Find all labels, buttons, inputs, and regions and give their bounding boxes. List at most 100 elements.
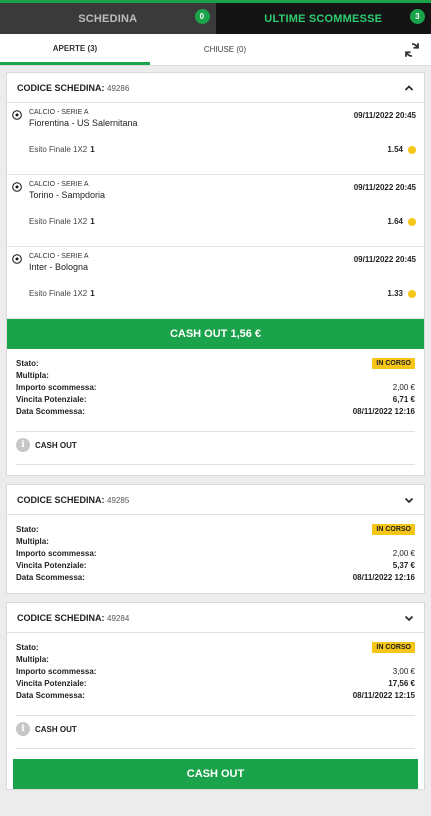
stato-label: Stato: bbox=[16, 524, 39, 534]
top-tab-bar: SCHEDINA 0 ULTIME SCOMMESSE 3 bbox=[0, 0, 431, 34]
ticket-code: 49285 bbox=[107, 495, 130, 505]
event-market-label: Esito Finale 1X2 bbox=[29, 217, 88, 226]
cashout-amount-button[interactable]: CASH OUT 1,56 € bbox=[7, 319, 424, 349]
status-badge: IN CORSO bbox=[372, 523, 415, 535]
vincita-label: Vincita Potenziale: bbox=[16, 394, 87, 404]
info-row-multipla: Multipla: bbox=[16, 535, 415, 547]
event-market: Esito Finale 1X2 1 bbox=[29, 217, 95, 226]
status-dot-icon bbox=[408, 145, 416, 154]
tab-schedina-count: 0 bbox=[194, 9, 210, 24]
cashout-info[interactable]: i CASH OUT bbox=[16, 715, 415, 749]
multipla-label: Multipla: bbox=[16, 536, 49, 546]
soccer-ball-icon bbox=[12, 254, 22, 264]
stato-label: Stato: bbox=[16, 358, 39, 368]
ticket-title: CODICE SCHEDINA: 49284 bbox=[17, 613, 129, 623]
ticket-title-label: CODICE SCHEDINA: bbox=[17, 82, 105, 93]
event-odds-value: 1.54 bbox=[387, 145, 403, 154]
chevron-up-icon[interactable] bbox=[404, 83, 414, 93]
multipla-label: Multipla: bbox=[16, 370, 49, 380]
tab-ultime-label: ULTIME SCOMMESSE bbox=[264, 12, 383, 25]
cashout-button[interactable]: CASH OUT bbox=[13, 759, 418, 789]
event-row: CALCIO - SERIE A Torino - Sampdoria 09/1… bbox=[7, 175, 424, 247]
info-row-data: Data Scommessa: 08/11/2022 12:15 bbox=[16, 689, 415, 701]
info-row-stato: Stato: IN CORSO bbox=[16, 523, 415, 535]
event-pick: 1 bbox=[90, 289, 95, 298]
info-row-vincita: Vincita Potenziale: 5,37 € bbox=[16, 559, 415, 571]
tickets-list: CODICE SCHEDINA: 49286 CALCIO - SERIE A … bbox=[0, 66, 431, 790]
data-value: 08/11/2022 12:16 bbox=[352, 572, 415, 582]
ticket-info: Stato: IN CORSO Multipla: Importo scommes… bbox=[7, 633, 424, 705]
chevron-down-icon[interactable] bbox=[404, 495, 414, 505]
event-pick: 1 bbox=[90, 145, 95, 154]
importo-value: 2,00 € bbox=[392, 548, 415, 558]
status-dot-icon bbox=[408, 217, 416, 226]
info-row-data: Data Scommessa: 08/11/2022 12:16 bbox=[16, 405, 415, 417]
event-odds: 1.33 bbox=[387, 289, 416, 298]
info-icon: i bbox=[16, 438, 30, 452]
ticket-header[interactable]: CODICE SCHEDINA: 49286 bbox=[7, 73, 424, 103]
soccer-ball-icon bbox=[12, 110, 22, 120]
cashout-info-label: CASH OUT bbox=[35, 440, 77, 450]
info-row-data: Data Scommessa: 08/11/2022 12:16 bbox=[16, 571, 415, 583]
subtab-aperte[interactable]: APERTE (3) bbox=[0, 34, 150, 65]
cashout-info[interactable]: i CASH OUT bbox=[16, 431, 415, 465]
event-date: 09/11/2022 20:45 bbox=[353, 255, 416, 264]
vincita-label: Vincita Potenziale: bbox=[16, 678, 87, 688]
event-row: CALCIO - SERIE A Fiorentina - US Salerni… bbox=[7, 103, 424, 175]
ticket-header[interactable]: CODICE SCHEDINA: 49284 bbox=[7, 603, 424, 633]
vincita-value: 17,56 € bbox=[388, 678, 415, 688]
ticket-title-label: CODICE SCHEDINA: bbox=[17, 612, 105, 623]
importo-label: Importo scommessa: bbox=[16, 666, 97, 676]
event-market: Esito Finale 1X2 1 bbox=[29, 289, 95, 298]
subtab-chiuse[interactable]: CHIUSE (0) bbox=[150, 34, 300, 65]
event-market-label: Esito Finale 1X2 bbox=[29, 289, 88, 298]
soccer-ball-icon bbox=[12, 182, 22, 192]
importo-label: Importo scommessa: bbox=[16, 382, 97, 392]
ticket-card: CODICE SCHEDINA: 49286 CALCIO - SERIE A … bbox=[6, 72, 425, 476]
vincita-label: Vincita Potenziale: bbox=[16, 560, 87, 570]
tab-ultime-scommesse[interactable]: ULTIME SCOMMESSE 3 bbox=[215, 3, 431, 34]
bet-filter-tabs: APERTE (3) CHIUSE (0) bbox=[0, 34, 431, 66]
info-row-importo: Importo scommessa: 2,00 € bbox=[16, 547, 415, 559]
importo-value: 3,00 € bbox=[392, 666, 415, 676]
event-row: CALCIO - SERIE A Inter - Bologna 09/11/2… bbox=[7, 247, 424, 319]
importo-label: Importo scommessa: bbox=[16, 548, 97, 558]
vincita-value: 6,71 € bbox=[392, 394, 415, 404]
event-market-label: Esito Finale 1X2 bbox=[29, 145, 88, 154]
tab-ultime-count: 3 bbox=[410, 9, 425, 24]
event-odds: 1.64 bbox=[387, 217, 416, 226]
status-badge: IN CORSO bbox=[372, 641, 415, 653]
multipla-label: Multipla: bbox=[16, 654, 49, 664]
ticket-card: CODICE SCHEDINA: 49285 Stato: IN CORSO Mu… bbox=[6, 484, 425, 594]
data-label: Data Scommessa: bbox=[16, 572, 85, 582]
event-date: 09/11/2022 20:45 bbox=[353, 183, 416, 192]
ticket-info: Stato: IN CORSO Multipla: Importo scommes… bbox=[7, 349, 424, 421]
refresh-icon[interactable] bbox=[403, 41, 421, 59]
info-row-stato: Stato: IN CORSO bbox=[16, 357, 415, 369]
data-label: Data Scommessa: bbox=[16, 690, 85, 700]
info-row-stato: Stato: IN CORSO bbox=[16, 641, 415, 653]
info-row-multipla: Multipla: bbox=[16, 369, 415, 381]
event-pick: 1 bbox=[90, 217, 95, 226]
data-value: 08/11/2022 12:15 bbox=[352, 690, 415, 700]
ticket-card: CODICE SCHEDINA: 49284 Stato: IN CORSO Mu… bbox=[6, 602, 425, 790]
ticket-info: Stato: IN CORSO Multipla: Importo scommes… bbox=[7, 515, 424, 587]
info-icon: i bbox=[16, 722, 30, 736]
info-row-multipla: Multipla: bbox=[16, 653, 415, 665]
data-label: Data Scommessa: bbox=[16, 406, 85, 416]
ticket-title-label: CODICE SCHEDINA: bbox=[17, 494, 105, 505]
ticket-title: CODICE SCHEDINA: 49285 bbox=[17, 495, 129, 505]
event-odds: 1.54 bbox=[387, 145, 416, 154]
ticket-code: 49284 bbox=[107, 613, 130, 623]
ticket-title: CODICE SCHEDINA: 49286 bbox=[17, 83, 129, 93]
data-value: 08/11/2022 12:16 bbox=[352, 406, 415, 416]
event-date: 09/11/2022 20:45 bbox=[353, 111, 416, 120]
importo-value: 2,00 € bbox=[392, 382, 415, 392]
chevron-down-icon[interactable] bbox=[404, 613, 414, 623]
tab-schedina[interactable]: SCHEDINA 0 bbox=[0, 3, 216, 34]
status-badge: IN CORSO bbox=[372, 357, 415, 369]
cashout-info-label: CASH OUT bbox=[35, 724, 77, 734]
info-row-importo: Importo scommessa: 2,00 € bbox=[16, 381, 415, 393]
ticket-code: 49286 bbox=[107, 83, 130, 93]
ticket-header[interactable]: CODICE SCHEDINA: 49285 bbox=[7, 485, 424, 515]
